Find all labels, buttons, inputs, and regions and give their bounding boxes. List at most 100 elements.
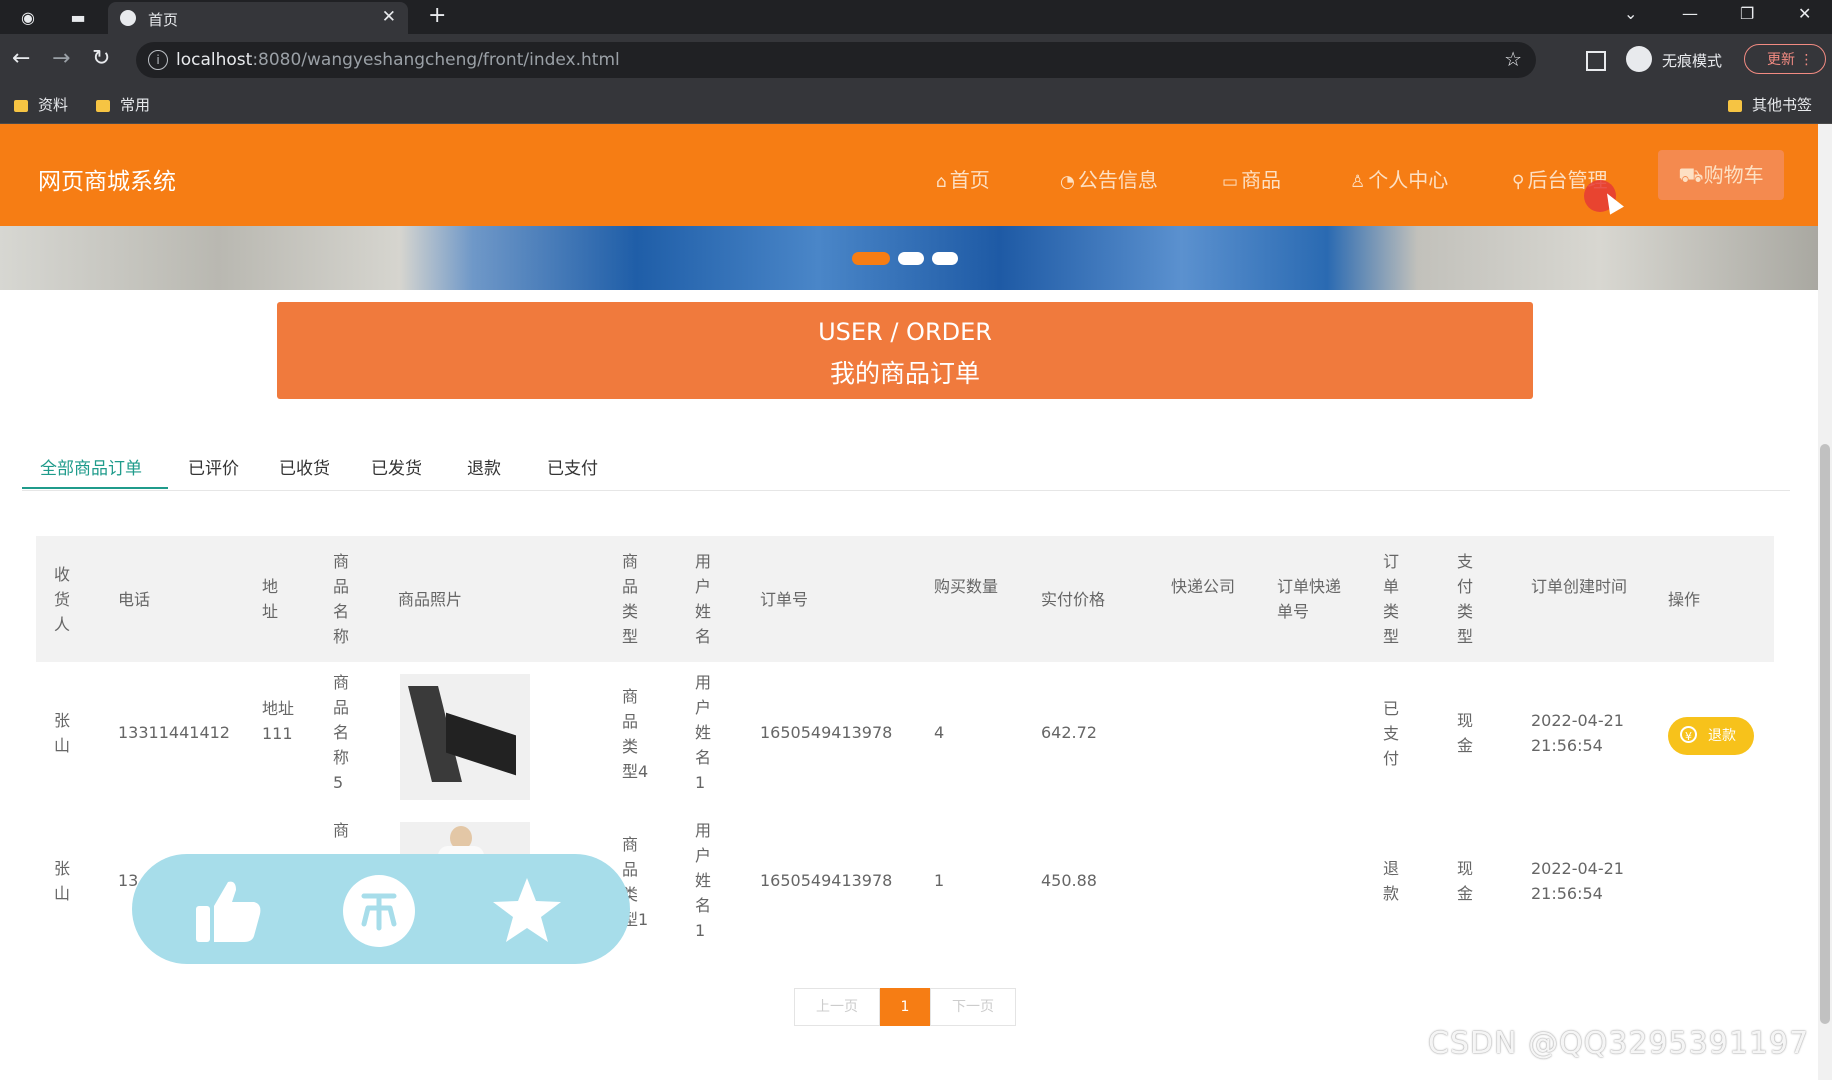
info-icon[interactable]: i (148, 50, 168, 70)
reload-icon[interactable]: ↻ (92, 46, 110, 71)
user-icon: ♙ (1350, 172, 1366, 192)
cell-product-name: 商 (333, 821, 350, 840)
page-1-button[interactable]: 1 (880, 988, 930, 1026)
globe-icon (120, 10, 136, 26)
tab-received[interactable]: 已收货 (279, 454, 330, 479)
gauge-icon: ◔ (1060, 172, 1075, 192)
cart-icon: ⛟ (1678, 163, 1704, 187)
chevron-down-icon[interactable]: ⌄ (1624, 4, 1637, 23)
star-icon[interactable] (490, 874, 564, 948)
tab-shipped[interactable]: 已发货 (371, 454, 422, 479)
cell-receiver: 张山 (54, 859, 71, 903)
th-user-name: 用户姓名 (695, 552, 712, 646)
th-quantity: 购买数量 (934, 577, 999, 596)
nav-home[interactable]: ⌂ 首页 (936, 164, 990, 193)
th-tracking-no: 订单快递单号 (1277, 577, 1342, 621)
page-scrollbar[interactable] (1818, 124, 1832, 1080)
nav-cart-button[interactable]: ⛟购物车 (1658, 150, 1784, 200)
yen-coin-icon: ¥ (1680, 726, 1697, 743)
thumbs-up-icon[interactable] (190, 874, 264, 948)
th-courier: 快递公司 (1171, 577, 1236, 596)
folder-icon (14, 99, 28, 112)
cell-pay-type: 现金 (1457, 859, 1474, 903)
cell-user-name: 用户姓名1 (695, 821, 712, 940)
window-close-icon[interactable]: ✕ (1798, 4, 1811, 23)
minimize-icon[interactable]: — (1682, 4, 1698, 23)
next-page-button[interactable]: 下一页 (930, 988, 1016, 1026)
forward-icon[interactable]: → (52, 46, 70, 71)
cell-quantity: 1 (934, 871, 945, 890)
profile-icon[interactable]: ◉ (14, 4, 42, 30)
cell-user-name: 用户姓名1 (695, 673, 712, 792)
th-receiver: 收货人 (54, 565, 71, 634)
banner-carousel[interactable] (0, 226, 1818, 290)
th-product-name: 商品名称 (333, 552, 350, 646)
th-price: 实付价格 (1041, 590, 1106, 609)
update-button[interactable]: 更新 ⋮ (1744, 44, 1826, 74)
cell-order-type: 退款 (1383, 859, 1400, 903)
browser-tab-strip: ◉ ▬ 首页 ✕ + ⌄ — ❐ ✕ (0, 0, 1832, 34)
update-label: 更新 (1767, 52, 1795, 68)
nav-announcements[interactable]: ◔ 公告信息 (1060, 164, 1158, 193)
incognito-label: 无痕模式 (1662, 52, 1723, 70)
cell-quantity: 4 (934, 723, 945, 742)
refund-button-label: 退款 (1708, 728, 1736, 744)
side-panel-icon[interactable] (1586, 51, 1606, 71)
restore-icon[interactable]: ❐ (1740, 4, 1754, 23)
coin-icon[interactable] (342, 874, 416, 948)
cell-order-no: 1650549413978 (760, 871, 893, 890)
cell-created: 2022-04-21 21:56:54 (1531, 711, 1624, 755)
th-pay-type: 支付类型 (1457, 552, 1474, 646)
cell-product-type: 商品类型4 (622, 687, 649, 781)
bookmark-star-icon[interactable]: ☆ (1504, 47, 1522, 71)
bookmark-folder[interactable]: 资料 (14, 94, 68, 115)
th-address: 地址 (262, 577, 279, 621)
nav-profile[interactable]: ♙ 个人中心 (1350, 164, 1448, 193)
scrollbar-thumb[interactable] (1820, 444, 1830, 1024)
refund-button[interactable]: ¥ 退款 (1668, 717, 1754, 755)
link-icon: ⚲ (1512, 172, 1525, 192)
carousel-dot[interactable] (932, 252, 958, 265)
bookmark-folder[interactable]: 常用 (96, 94, 150, 115)
th-phone: 电话 (118, 590, 151, 609)
back-icon[interactable]: ← (12, 46, 30, 71)
order-section-banner: USER / ORDER 我的商品订单 (277, 302, 1533, 399)
url-path: :8080/wangyeshangcheng/front/index.html (252, 50, 620, 70)
url-host: localhost (176, 50, 253, 70)
tab-reviewed[interactable]: 已评价 (188, 454, 239, 479)
th-product-photo: 商品照片 (398, 590, 463, 609)
cell-receiver: 张山 (54, 711, 71, 755)
prev-page-button[interactable]: 上一页 (794, 988, 880, 1026)
product-photo[interactable] (400, 674, 530, 800)
cell-order-type: 已支付 (1383, 699, 1400, 768)
close-icon[interactable]: ✕ (382, 7, 396, 27)
carousel-dot[interactable] (898, 252, 924, 265)
incognito-icon (1626, 46, 1652, 72)
tab-search-icon[interactable]: ▬ (64, 4, 92, 30)
th-product-type: 商品类型 (622, 552, 639, 646)
active-tab-indicator (22, 487, 168, 489)
cell-price: 450.88 (1041, 871, 1097, 890)
tab-refund[interactable]: 退款 (467, 454, 501, 479)
url-input[interactable]: i localhost:8080/wangyeshangcheng/front/… (136, 42, 1536, 78)
tab-paid[interactable]: 已支付 (547, 454, 598, 479)
folder-icon (96, 99, 110, 112)
site-logo[interactable]: 网页商城系统 (38, 162, 176, 196)
address-bar-row: ← → ↻ i localhost:8080/wangyeshangcheng/… (0, 34, 1832, 86)
cell-created: 2022-04-21 21:56:54 (1531, 859, 1624, 903)
th-order-no: 订单号 (760, 590, 809, 609)
cell-price: 642.72 (1041, 723, 1097, 742)
th-created: 订单创建时间 (1531, 577, 1628, 596)
browser-tab-active[interactable]: 首页 ✕ (108, 2, 408, 34)
carousel-dot-active[interactable] (852, 252, 890, 265)
bookmarks-bar: 资料 常用 其他书签 (0, 86, 1832, 124)
product-icon: ▭ (1222, 172, 1239, 192)
th-action: 操作 (1668, 590, 1701, 609)
cell-product-name: 商品名称5 (333, 673, 350, 792)
new-tab-icon[interactable]: + (428, 3, 446, 28)
floating-action-bar (132, 854, 630, 964)
nav-products[interactable]: ▭ 商品 (1222, 164, 1281, 193)
other-bookmarks[interactable]: 其他书签 (1728, 94, 1812, 115)
tab-all-orders[interactable]: 全部商品订单 (40, 454, 142, 479)
watermark: CSDN @QQ3295391197 (1428, 1026, 1810, 1061)
